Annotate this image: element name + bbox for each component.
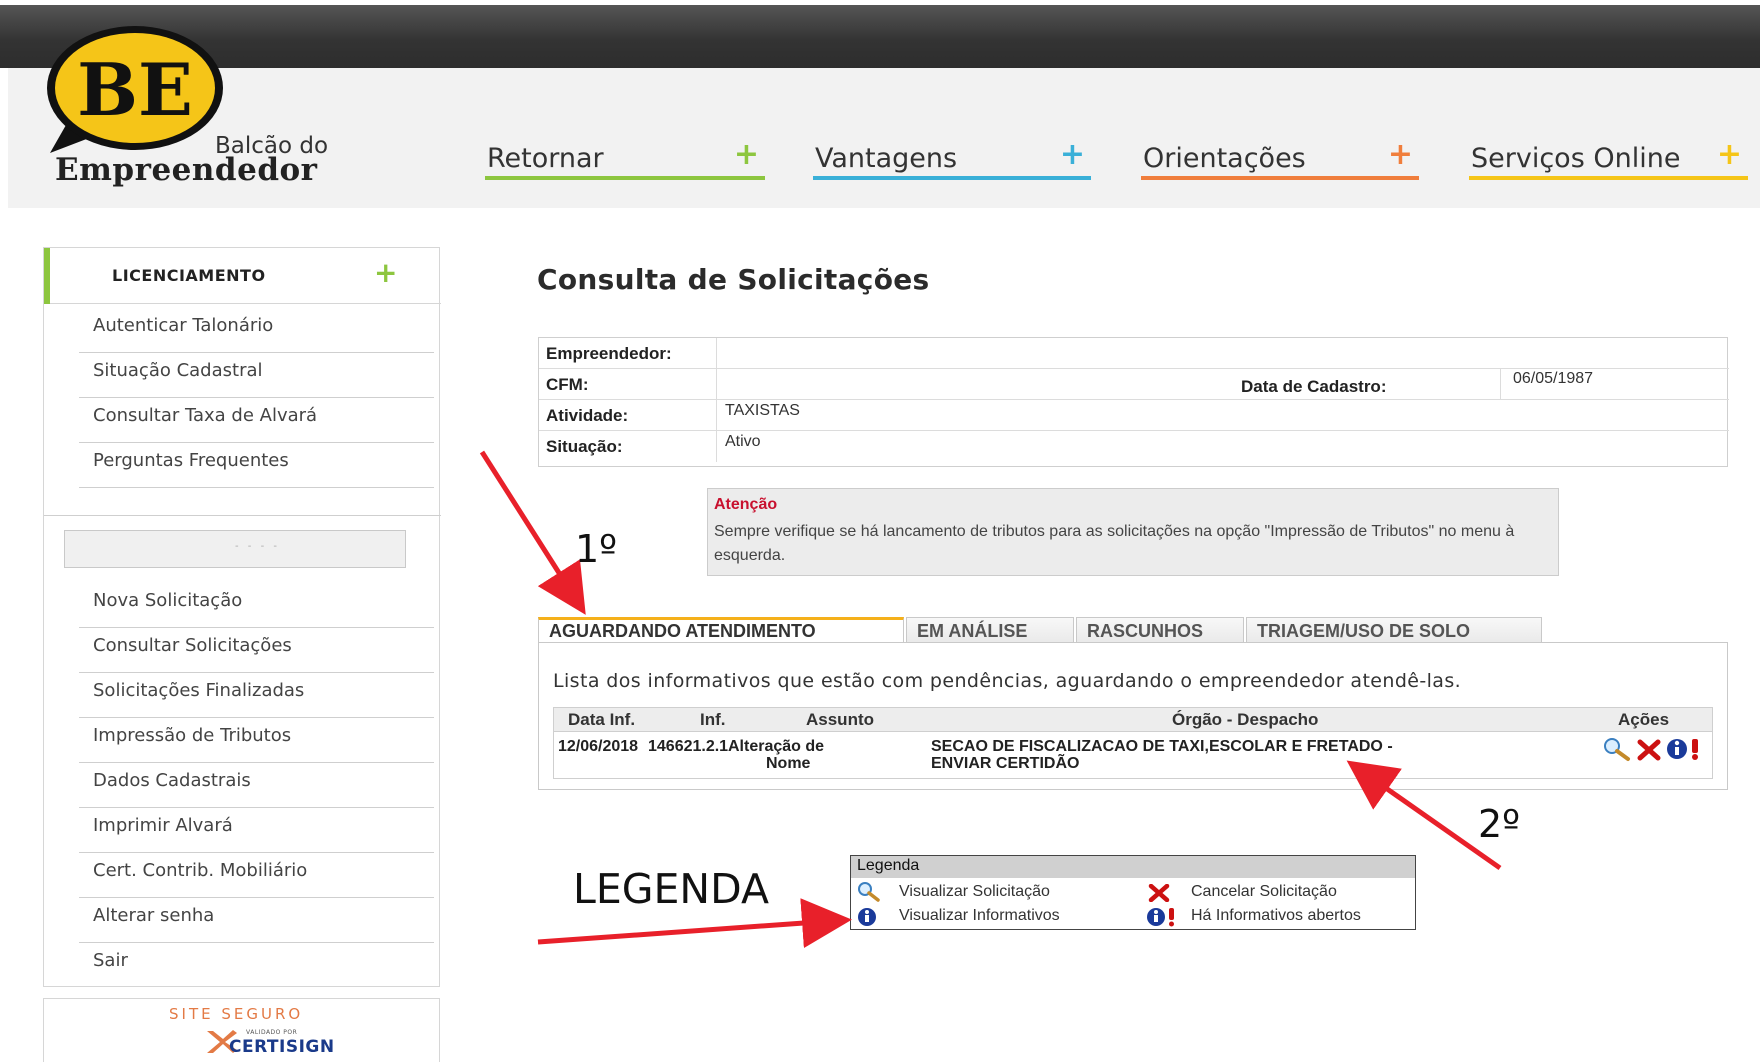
annotation-arrows [479,450,1502,949]
arrow-legend [537,898,852,949]
annotation-step1: 1º [575,527,618,571]
arrow-step1 [479,450,586,615]
annotation-step2: 2º [1478,802,1521,846]
annotation-legenda: LEGENDA [573,865,769,913]
